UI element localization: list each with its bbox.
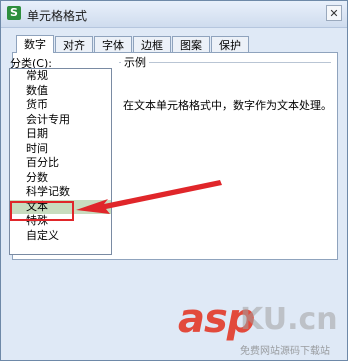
category-item-custom[interactable]: 自定义 [10,229,111,244]
tab-number[interactable]: 数字 [16,35,54,53]
tab-protection[interactable]: 保护 [211,36,249,53]
tab-font[interactable]: 字体 [94,36,132,53]
category-item-general[interactable]: 常规 [10,69,111,84]
category-item-number[interactable]: 数值 [10,84,111,99]
tab-pattern[interactable]: 图案 [172,36,210,53]
tab-alignment[interactable]: 对齐 [55,36,93,53]
category-list[interactable]: 常规 数值 货币 会计专用 日期 时间 百分比 分数 科学记数 文本 特殊 自定… [9,68,112,255]
preview-legend: 示例 [121,54,149,70]
title-bar: S 单元格格式 ✕ [1,1,347,28]
app-icon: S [7,6,21,20]
category-item-accounting[interactable]: 会计专用 [10,113,111,128]
category-item-percentage[interactable]: 百分比 [10,156,111,171]
category-item-text[interactable]: 文本 [10,199,111,214]
category-item-scientific[interactable]: 科学记数 [10,185,111,200]
category-item-time[interactable]: 时间 [10,142,111,157]
category-item-date[interactable]: 日期 [10,127,111,142]
preview-value [123,75,323,87]
close-button[interactable]: ✕ [326,5,342,21]
dialog-title: 单元格格式 [27,9,88,23]
watermark-tagline: 免费网站源码下载站 [240,346,330,357]
format-description: 在文本单元格格式中，数字作为文本处理。 [123,99,332,112]
tab-bar: 数字 对齐 字体 边框 图案 保护 [16,35,250,53]
watermark-site: KU.cn [240,302,338,337]
category-item-special[interactable]: 特殊 [10,214,111,229]
category-item-currency[interactable]: 货币 [10,98,111,113]
watermark: asp KU.cn 免费网站源码下载站 [178,296,348,360]
tab-border[interactable]: 边框 [133,36,171,53]
category-item-fraction[interactable]: 分数 [10,171,111,186]
